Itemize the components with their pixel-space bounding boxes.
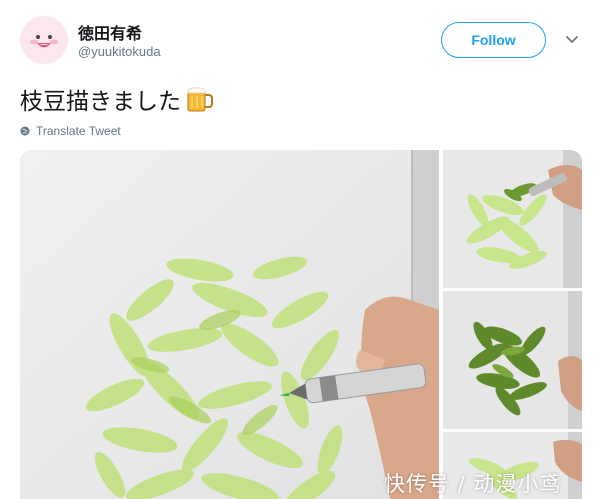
tweet-body: 枝豆描きました: [20, 89, 181, 115]
follow-button[interactable]: Follow: [441, 22, 546, 58]
tweet-header: 徳田有希 @yuukitokuda Follow: [20, 16, 592, 72]
user-handle[interactable]: @yuukitokuda: [78, 44, 161, 59]
chevron-down-icon[interactable]: [564, 32, 580, 48]
avatar[interactable]: [20, 16, 68, 64]
avatar-face-icon: [20, 16, 68, 64]
display-name[interactable]: 徳田有希: [78, 20, 142, 44]
media-photo-main[interactable]: [20, 150, 439, 499]
edamame-drawing-start-image: [443, 150, 582, 288]
watermark-text: 快传号 / 动漫小鸢: [384, 472, 562, 496]
edamame-drawing-image: [20, 150, 439, 499]
tweet-text: 枝豆描きました: [20, 82, 215, 116]
tweet-media-grid: [20, 150, 582, 499]
beer-mug-icon: [187, 87, 213, 112]
edamame-drawing-colored-image: [443, 291, 582, 429]
translate-label: Translate Tweet: [36, 124, 121, 138]
media-photo-2[interactable]: [443, 150, 582, 288]
translate-tweet-link[interactable]: Translate Tweet: [20, 124, 121, 138]
media-photo-3[interactable]: [443, 291, 582, 429]
globe-icon: [20, 126, 30, 136]
